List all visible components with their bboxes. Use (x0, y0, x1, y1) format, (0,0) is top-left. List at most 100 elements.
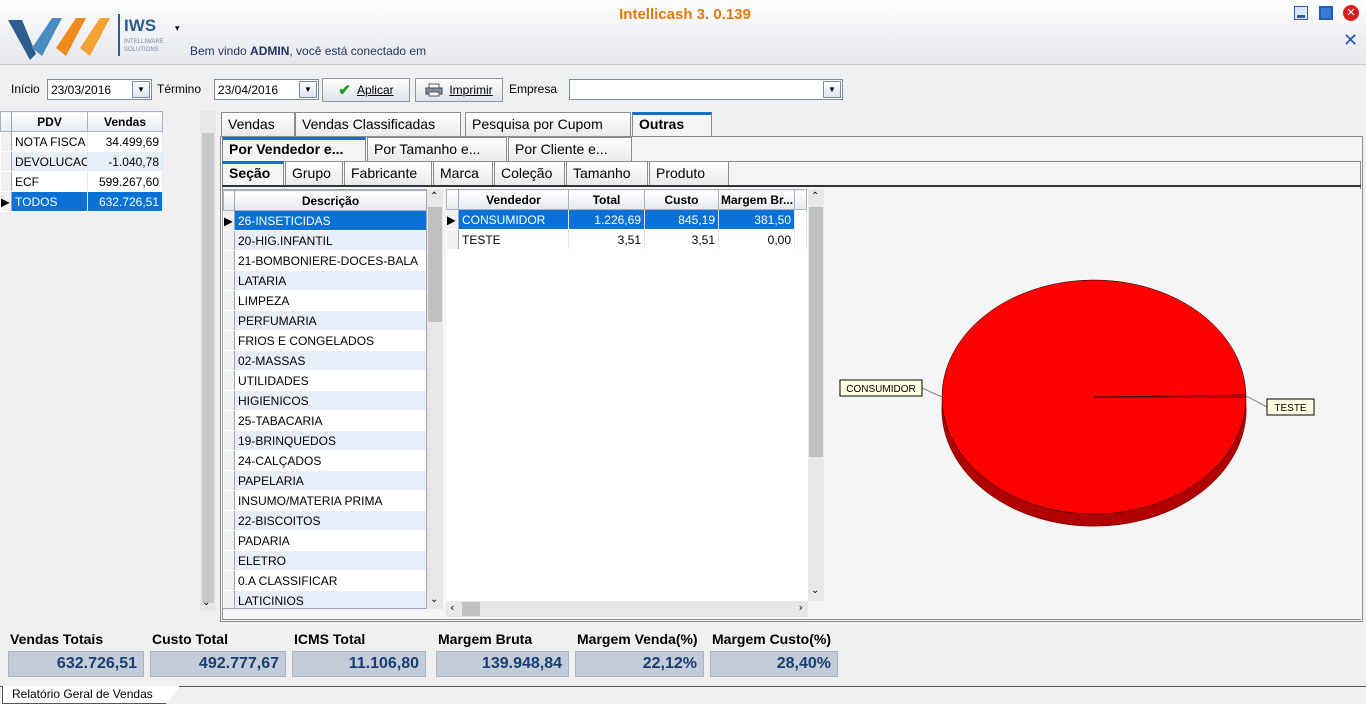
tab-grupo[interactable]: Grupo (285, 161, 343, 185)
table-row[interactable]: 0.A CLASSIFICAR (223, 570, 426, 591)
table-row[interactable]: 02-MASSAS (223, 350, 426, 371)
row-indicator (223, 510, 235, 531)
row-indicator: ▶ (446, 209, 459, 230)
pdv-row[interactable]: ECF 599.267,60 (0, 171, 163, 192)
empresa-select[interactable]: ▼ (569, 79, 843, 100)
table-row[interactable]: 22-BISCOITOS (223, 510, 426, 531)
table-row-filler (794, 209, 807, 230)
table-row[interactable]: ▶ 26-INSETICIDAS (223, 210, 426, 231)
table-row[interactable]: 24-CALÇADOS (223, 450, 426, 471)
table-row[interactable]: ▶ CONSUMIDOR 1.226,69 845,19 381,50 (446, 209, 807, 230)
descricao-cell: 19-BRINQUEDOS (234, 430, 426, 451)
table-row[interactable]: PAPELARIA (223, 470, 426, 491)
table-row[interactable]: HIGIENICOS (223, 390, 426, 411)
table-row[interactable]: 19-BRINQUEDOS (223, 430, 426, 451)
table-row[interactable]: LATARIA (223, 270, 426, 291)
tab-por-cliente-e[interactable]: Por Cliente e... (508, 137, 632, 161)
aplicar-button[interactable]: ✔ Aplicar (322, 78, 410, 102)
vendedor-grid[interactable]: Vendedor Total Custo Margem Br... ▶ CONSU… (446, 189, 808, 601)
title-bar: IWS INTELLIWARE SOLUTIONS ▾ Intellicash … (0, 0, 1366, 65)
row-indicator (446, 229, 459, 250)
tab-secao[interactable]: Seção (222, 161, 284, 185)
pdv-header[interactable]: PDV (11, 111, 88, 132)
pie-label-teste: TESTE (1274, 403, 1307, 414)
summary-label-margem-venda: Margem Venda(%) (577, 631, 698, 647)
tab-produto[interactable]: Produto (649, 161, 729, 185)
table-row[interactable]: LATICINIOS (223, 590, 426, 608)
pdv-row[interactable]: ▶ TODOS 632.726,51 (0, 191, 163, 212)
maximize-icon[interactable] (1319, 6, 1333, 20)
descricao-scrollbar[interactable]: ⌃ ⌄ (427, 189, 443, 609)
custo-header[interactable]: Custo (644, 189, 719, 210)
tab-outras[interactable]: Outras (632, 112, 712, 136)
summary-label-vendas-totais: Vendas Totais (10, 631, 104, 647)
tab-por-tamanho-e[interactable]: Por Tamanho e... (367, 137, 507, 161)
table-row[interactable]: 25-TABACARIA (223, 410, 426, 431)
logo-text: IWS (124, 16, 157, 35)
table-row[interactable]: INSUMO/MATERIA PRIMA (223, 490, 426, 511)
row-indicator (223, 370, 235, 391)
inicio-date-field[interactable]: 23/03/2016 ▼ (47, 79, 152, 100)
row-indicator (223, 310, 235, 331)
summary-label-custo-total: Custo Total (152, 631, 228, 647)
imprimir-button[interactable]: Imprimir (415, 78, 503, 102)
close-tab-icon[interactable]: ✕ (1343, 30, 1358, 51)
chevron-down-icon[interactable]: ▼ (299, 81, 317, 98)
inicio-label: Início (11, 82, 40, 96)
row-indicator (223, 590, 235, 608)
table-row[interactable]: FRIOS E CONGELADOS (223, 330, 426, 351)
vendas-header[interactable]: Vendas (87, 111, 163, 132)
row-indicator (223, 430, 235, 451)
vendedor-hscrollbar[interactable]: ‹ › (446, 601, 808, 617)
descricao-grid[interactable]: Descrição ▶ 26-INSETICIDAS 20-HIG.INFANTIL… (222, 189, 427, 609)
table-row[interactable]: ELETRO (223, 550, 426, 571)
tab-tamanho[interactable]: Tamanho (566, 161, 648, 185)
row-indicator (223, 250, 235, 271)
row-indicator (223, 530, 235, 551)
descricao-cell: LIMPEZA (234, 290, 426, 311)
tab-fabricante[interactable]: Fabricante (344, 161, 432, 185)
menu-arrow-icon[interactable]: ▾ (175, 24, 180, 34)
summary-value-icms-total: 11.106,80 (292, 651, 426, 677)
descricao-cell: INSUMO/MATERIA PRIMA (234, 490, 426, 511)
table-row[interactable]: LIMPEZA (223, 290, 426, 311)
left-scrollbar[interactable]: ⌄ (200, 111, 216, 611)
table-row[interactable]: TESTE 3,51 3,51 0,00 (446, 229, 807, 250)
descricao-cell: LATICINIOS (234, 590, 426, 608)
empresa-label: Empresa (509, 82, 558, 96)
pdv-row[interactable]: DEVOLUCAO -1.040,78 (0, 151, 163, 172)
termino-date-field[interactable]: 23/04/2016 ▼ (214, 79, 319, 100)
check-icon: ✔ (338, 82, 351, 99)
vendedor-header[interactable]: Vendedor (458, 189, 569, 210)
descricao-cell: ELETRO (234, 550, 426, 571)
margem-header[interactable]: Margem Br... (718, 189, 795, 210)
pie-label-consumidor: CONSUMIDOR (846, 384, 915, 395)
vendedor-vscrollbar[interactable]: ⌃ ⌄ (808, 189, 824, 601)
chevron-down-icon[interactable]: ▼ (132, 81, 150, 98)
pdv-table[interactable]: PDV Vendas NOTA FISCA 34.499,69 DEVOLUCAO -1… (0, 111, 163, 212)
tab-vendas[interactable]: Vendas (221, 112, 295, 136)
tab-colecao[interactable]: Coleção (494, 161, 565, 185)
total-header[interactable]: Total (568, 189, 645, 210)
table-row[interactable]: PERFUMARIA (223, 310, 426, 331)
minimize-icon[interactable] (1294, 6, 1308, 20)
table-row[interactable]: 20-HIG.INFANTIL (223, 230, 426, 251)
table-row[interactable]: PADARIA (223, 530, 426, 551)
table-row[interactable]: UTILIDADES (223, 370, 426, 391)
pdv-cell: DEVOLUCAO (11, 151, 88, 172)
row-indicator (223, 350, 235, 371)
tab-pesquisa-por-cupom[interactable]: Pesquisa por Cupom (465, 112, 631, 136)
relatorio-geral-tab[interactable]: Relatório Geral de Vendas (2, 686, 180, 704)
descricao-header[interactable]: Descrição (234, 190, 426, 211)
tab-marca[interactable]: Marca (433, 161, 493, 185)
descricao-cell: 0.A CLASSIFICAR (234, 570, 426, 591)
tab-vendas-classificadas[interactable]: Vendas Classificadas (295, 112, 461, 136)
table-row[interactable]: 21-BOMBONIERE-DOCES-BALA (223, 250, 426, 271)
tab-por-vendedor-e[interactable]: Por Vendedor e... (222, 137, 366, 161)
row-indicator (223, 450, 235, 471)
pdv-row[interactable]: NOTA FISCA 34.499,69 (0, 131, 163, 152)
pdv-cell: TODOS (11, 191, 88, 212)
close-app-icon[interactable]: ✕ (1343, 5, 1359, 21)
row-indicator (223, 330, 235, 351)
chevron-down-icon[interactable]: ▼ (823, 81, 841, 98)
